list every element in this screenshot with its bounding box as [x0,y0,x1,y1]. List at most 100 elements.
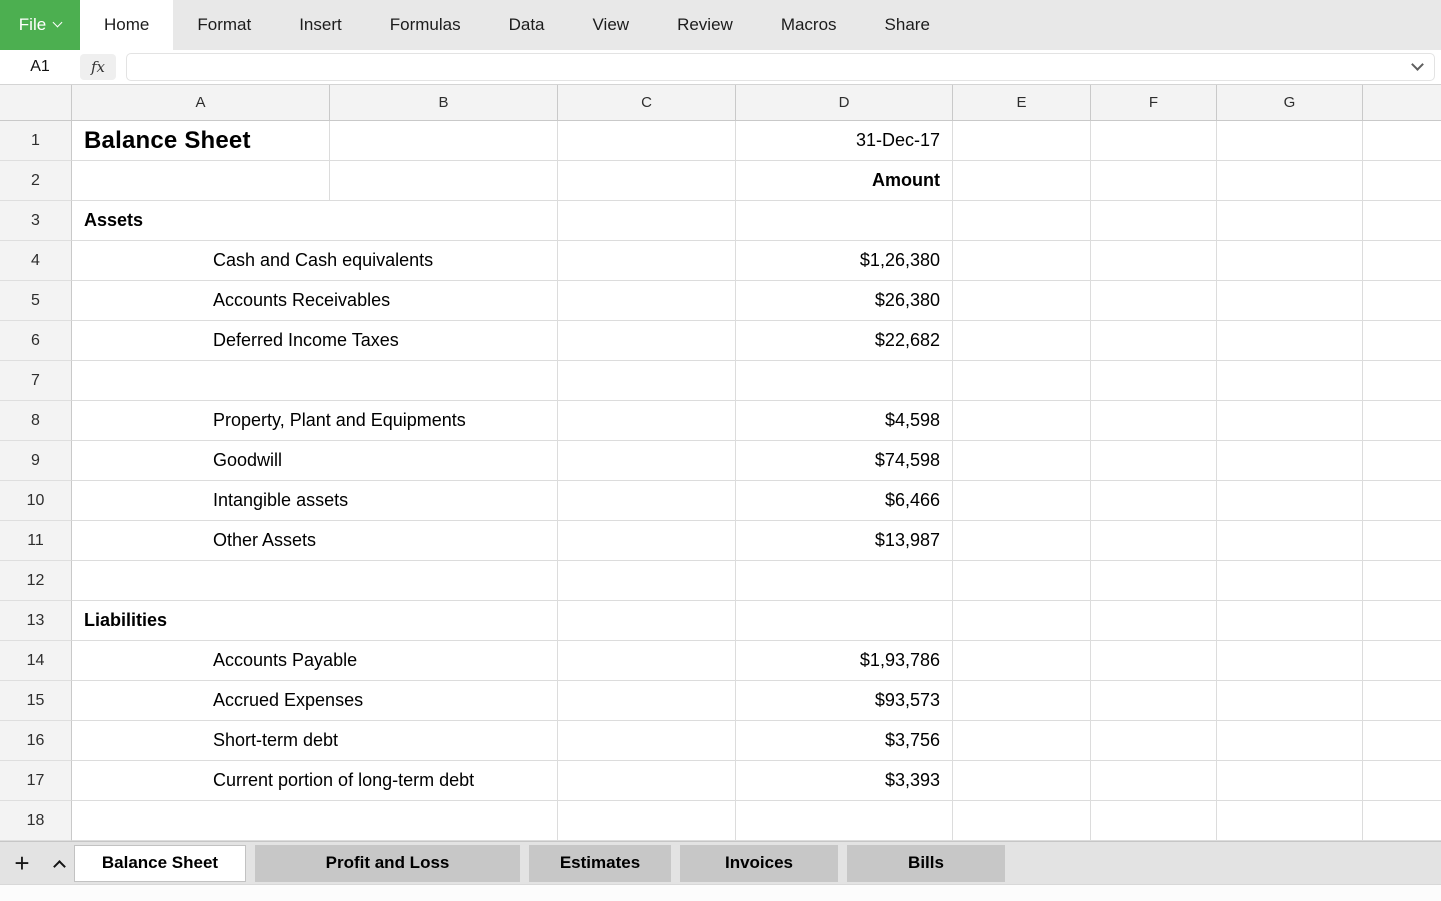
cell-f3[interactable] [1091,201,1217,241]
file-menu-button[interactable]: File [0,0,80,50]
cell-c8[interactable] [558,401,736,441]
cell-f17[interactable] [1091,761,1217,801]
cell-d10[interactable]: $6,466 [736,481,953,521]
cell-c14[interactable] [558,641,736,681]
select-all-corner[interactable] [0,85,72,120]
menu-share[interactable]: Share [861,0,954,50]
row-header-9[interactable]: 9 [0,441,72,481]
cell-c5[interactable] [558,281,736,321]
cell-e7[interactable] [953,361,1091,401]
cell-d3[interactable] [736,201,953,241]
cell-e4[interactable] [953,241,1091,281]
cell-e5[interactable] [953,281,1091,321]
cell-g4[interactable] [1217,241,1363,281]
cell-c13[interactable] [558,601,736,641]
cell-c3[interactable] [558,201,736,241]
formula-bar-expand-icon[interactable] [1411,58,1424,71]
cell-a16[interactable]: Short-term debt [72,721,558,761]
cell-e14[interactable] [953,641,1091,681]
cell-g10[interactable] [1217,481,1363,521]
cell-g13[interactable] [1217,601,1363,641]
cell-d7[interactable] [736,361,953,401]
cell-a15[interactable]: Accrued Expenses [72,681,558,721]
cell-d15[interactable]: $93,573 [736,681,953,721]
cell-e8[interactable] [953,401,1091,441]
menu-format[interactable]: Format [173,0,275,50]
row-header-17[interactable]: 17 [0,761,72,801]
cell-f4[interactable] [1091,241,1217,281]
cell-e2[interactable] [953,161,1091,201]
cell-d18[interactable] [736,801,953,841]
cell-e3[interactable] [953,201,1091,241]
cell-e11[interactable] [953,521,1091,561]
cell-c12[interactable] [558,561,736,601]
cell-d2[interactable]: Amount [736,161,953,201]
column-header-a[interactable]: A [72,85,330,120]
cell-e12[interactable] [953,561,1091,601]
cell-a6[interactable]: Deferred Income Taxes [72,321,558,361]
cell-h12[interactable] [1363,561,1441,601]
cell-h14[interactable] [1363,641,1441,681]
cell-a4[interactable]: Cash and Cash equivalents [72,241,558,281]
cell-f5[interactable] [1091,281,1217,321]
cell-a8[interactable]: Property, Plant and Equipments [72,401,558,441]
menu-home[interactable]: Home [80,0,173,50]
row-header-10[interactable]: 10 [0,481,72,521]
menu-macros[interactable]: Macros [757,0,861,50]
cell-e6[interactable] [953,321,1091,361]
cell-a9[interactable]: Goodwill [72,441,558,481]
cell-g11[interactable] [1217,521,1363,561]
column-header-d[interactable]: D [736,85,953,120]
cell-c18[interactable] [558,801,736,841]
cell-g8[interactable] [1217,401,1363,441]
cell-a17[interactable]: Current portion of long-term debt [72,761,558,801]
menu-insert[interactable]: Insert [275,0,366,50]
cell-d9[interactable]: $74,598 [736,441,953,481]
sheet-tab-bills[interactable]: Bills [847,845,1005,882]
menu-view[interactable]: View [569,0,654,50]
cell-d8[interactable]: $4,598 [736,401,953,441]
menu-data[interactable]: Data [485,0,569,50]
row-header-11[interactable]: 11 [0,521,72,561]
cell-g2[interactable] [1217,161,1363,201]
cell-c17[interactable] [558,761,736,801]
cell-c11[interactable] [558,521,736,561]
formula-input[interactable] [126,53,1435,81]
cell-f14[interactable] [1091,641,1217,681]
cell-h9[interactable] [1363,441,1441,481]
row-header-5[interactable]: 5 [0,281,72,321]
cell-a10[interactable]: Intangible assets [72,481,558,521]
sheet-tab-profit-and-loss[interactable]: Profit and Loss [255,845,520,882]
sheet-list-button[interactable] [44,856,74,871]
cell-d17[interactable]: $3,393 [736,761,953,801]
cell-c1[interactable] [558,121,736,161]
cell-a5[interactable]: Accounts Receivables [72,281,558,321]
cell-e17[interactable] [953,761,1091,801]
cell-reference-box[interactable]: A1 [0,58,80,76]
cell-c16[interactable] [558,721,736,761]
cell-h13[interactable] [1363,601,1441,641]
cell-a2[interactable] [72,161,330,201]
cell-c2[interactable] [558,161,736,201]
row-header-8[interactable]: 8 [0,401,72,441]
cell-g1[interactable] [1217,121,1363,161]
cell-h2[interactable] [1363,161,1441,201]
cell-g16[interactable] [1217,721,1363,761]
cell-g14[interactable] [1217,641,1363,681]
cell-h17[interactable] [1363,761,1441,801]
cell-h18[interactable] [1363,801,1441,841]
cell-f8[interactable] [1091,401,1217,441]
cell-a12[interactable] [72,561,558,601]
cell-g15[interactable] [1217,681,1363,721]
cell-e15[interactable] [953,681,1091,721]
cell-e9[interactable] [953,441,1091,481]
row-header-16[interactable]: 16 [0,721,72,761]
cell-d11[interactable]: $13,987 [736,521,953,561]
row-header-4[interactable]: 4 [0,241,72,281]
row-header-13[interactable]: 13 [0,601,72,641]
cell-d13[interactable] [736,601,953,641]
fx-icon[interactable]: fx [80,54,116,80]
row-header-2[interactable]: 2 [0,161,72,201]
cell-f15[interactable] [1091,681,1217,721]
sheet-tab-estimates[interactable]: Estimates [529,845,671,882]
